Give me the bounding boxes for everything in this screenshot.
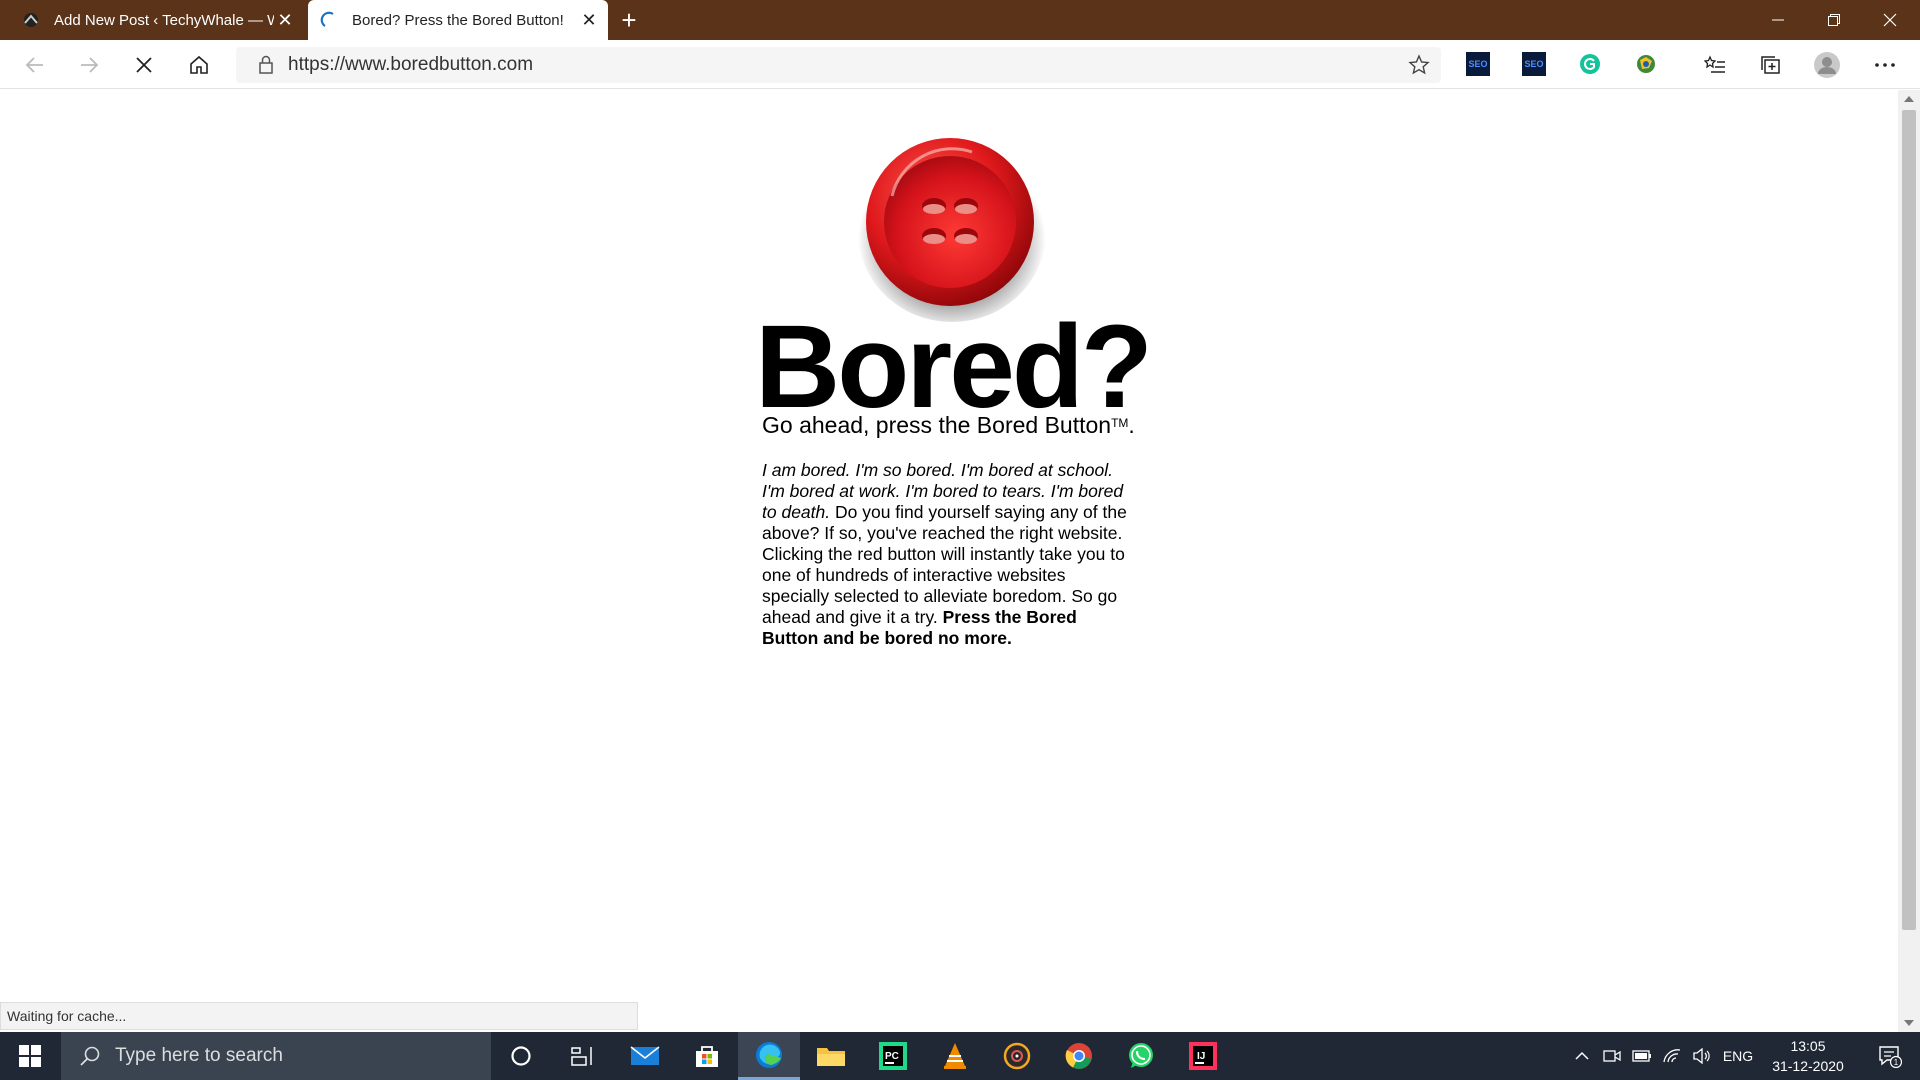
file-explorer-icon[interactable] — [800, 1032, 862, 1080]
loading-spinner-icon — [320, 11, 338, 29]
intellij-icon[interactable]: IJ — [1172, 1032, 1234, 1080]
language-indicator[interactable]: ENG — [1718, 1032, 1758, 1080]
page-tagline: Go ahead, press the Bored ButtonTM. — [762, 412, 1135, 439]
new-tab-button[interactable]: + — [614, 5, 644, 35]
favorite-star-icon[interactable] — [1402, 48, 1436, 82]
microsoft-store-icon[interactable] — [676, 1032, 738, 1080]
chrome-icon[interactable] — [1048, 1032, 1110, 1080]
tagline-end: . — [1128, 412, 1135, 438]
status-bar: Waiting for cache... — [0, 1002, 638, 1030]
extension-globe-icon[interactable] — [1634, 52, 1658, 76]
wordpress-favicon-icon — [22, 11, 40, 29]
address-bar[interactable]: https://www.boredbutton.com — [236, 47, 1441, 83]
show-hidden-icons-chevron-icon[interactable] — [1568, 1032, 1596, 1080]
svg-text:IJ: IJ — [1197, 1051, 1205, 1062]
system-clock[interactable]: 13:05 31-12-2020 — [1760, 1032, 1856, 1080]
svg-text:PC: PC — [885, 1051, 899, 1062]
seo-extension-icon[interactable]: SEO — [1522, 52, 1546, 76]
web-page: Bored? Go ahead, press the Bored ButtonT… — [0, 90, 1898, 1001]
grammarly-icon[interactable] — [1578, 52, 1602, 76]
task-view-icon[interactable] — [552, 1032, 614, 1080]
trademark-mark: TM — [1111, 416, 1129, 430]
more-options-icon[interactable] — [1868, 48, 1902, 82]
intro-paragraph: I am bored. I'm so bored. I'm bored at s… — [762, 460, 1134, 649]
collections-icon[interactable] — [1754, 48, 1788, 82]
seo-extension-icon[interactable]: SEO — [1466, 52, 1490, 76]
browser-toolbar: https://www.boredbutton.com SEO SEO — [0, 40, 1920, 89]
clock-time: 13:05 — [1790, 1038, 1826, 1054]
stop-loading-icon[interactable] — [127, 48, 161, 82]
close-window-icon[interactable] — [1862, 0, 1918, 40]
browser-titlebar: Add New Post ‹ TechyWhale — W ✕ Bored? P… — [0, 0, 1920, 40]
cortana-icon[interactable] — [490, 1032, 552, 1080]
whatsapp-icon[interactable] — [1110, 1032, 1172, 1080]
tab-bored-button[interactable]: Bored? Press the Bored Button! ✕ — [308, 0, 608, 40]
bored-button[interactable] — [852, 126, 1048, 322]
search-icon — [79, 1045, 101, 1067]
mail-icon[interactable] — [614, 1032, 676, 1080]
clock-date: 31-12-2020 — [1772, 1058, 1844, 1074]
meet-now-icon[interactable] — [1598, 1032, 1626, 1080]
forward-arrow-icon[interactable] — [72, 48, 106, 82]
home-icon[interactable] — [182, 48, 216, 82]
search-placeholder: Type here to search — [115, 1045, 283, 1066]
notifications-icon[interactable]: 1 — [1868, 1032, 1912, 1080]
music-player-icon[interactable] — [986, 1032, 1048, 1080]
notification-count: 1 — [1894, 1058, 1899, 1067]
scrollbar-thumb[interactable] — [1902, 110, 1916, 930]
profile-avatar-icon[interactable] — [1810, 48, 1844, 82]
battery-icon[interactable] — [1628, 1032, 1656, 1080]
tab-title: Bored? Press the Bored Button! — [352, 11, 564, 29]
url-text: https://www.boredbutton.com — [288, 54, 534, 75]
lock-icon[interactable] — [248, 55, 284, 75]
page-headline: Bored? — [755, 301, 1153, 433]
taskbar-search-box[interactable]: Type here to search — [61, 1032, 491, 1080]
close-tab-icon[interactable]: ✕ — [274, 9, 296, 31]
windows-taskbar: Type here to search PC IJ ENG 13:05 31-1… — [0, 1032, 1920, 1080]
edge-browser-icon[interactable] — [738, 1032, 800, 1080]
back-arrow-icon[interactable] — [18, 48, 52, 82]
minimize-icon[interactable] — [1750, 0, 1806, 40]
favorites-list-icon[interactable] — [1698, 48, 1732, 82]
tab-title: Add New Post ‹ TechyWhale — W — [54, 11, 274, 29]
tab-add-new-post[interactable]: Add New Post ‹ TechyWhale — W ✕ — [10, 0, 304, 40]
windows-start-icon[interactable] — [0, 1032, 60, 1080]
restore-icon[interactable] — [1806, 0, 1862, 40]
volume-icon[interactable] — [1688, 1032, 1716, 1080]
vlc-icon[interactable] — [924, 1032, 986, 1080]
vertical-scrollbar[interactable] — [1898, 90, 1920, 1032]
close-tab-icon[interactable]: ✕ — [578, 9, 600, 31]
tagline-text: Go ahead, press the Bored Button — [762, 412, 1112, 438]
wifi-icon[interactable] — [1658, 1032, 1686, 1080]
pycharm-icon[interactable]: PC — [862, 1032, 924, 1080]
